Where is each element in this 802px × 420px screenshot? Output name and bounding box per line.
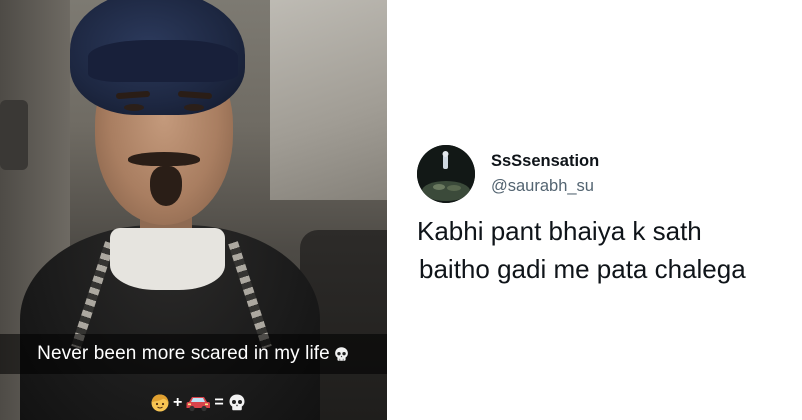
plus-sign: + [173, 394, 183, 411]
tweet-card: SsSsensation @saurabh_su Kabhi pant bhai… [387, 0, 802, 420]
mustache [128, 152, 200, 166]
emoji-equation: + = [150, 392, 247, 414]
skull-icon [334, 346, 348, 361]
girl-emoji-icon [151, 394, 169, 412]
username[interactable]: @saurabh_su [491, 177, 599, 196]
tweet-text: Kabhi pant bhaiya k sath baitho gadi me … [417, 212, 797, 288]
left-eye [124, 104, 144, 111]
equals-sign: = [214, 394, 224, 411]
tweet-text-line-2: baitho gadi me pata chalega [419, 254, 746, 284]
skull-emoji-icon [229, 394, 245, 411]
display-name[interactable]: SsSsensation [491, 152, 599, 171]
caption-text: Never been more scared in my life [37, 343, 330, 364]
car-rear-window [270, 0, 387, 200]
turban-band [88, 40, 238, 82]
caption-bar: Never been more scared in my life [0, 334, 387, 374]
video-still: Never been more scared in my life + = [0, 0, 387, 420]
right-eye [184, 104, 204, 111]
avatar[interactable] [417, 145, 475, 203]
tweet-author: SsSsensation @saurabh_su [491, 152, 599, 196]
car-headrest [0, 100, 28, 170]
beard [150, 166, 182, 206]
tweet-text-line-1: Kabhi pant bhaiya k sath [417, 216, 702, 246]
car-emoji-icon [186, 397, 211, 412]
person-collar [110, 228, 225, 290]
avatar-photo-icon [417, 145, 475, 203]
